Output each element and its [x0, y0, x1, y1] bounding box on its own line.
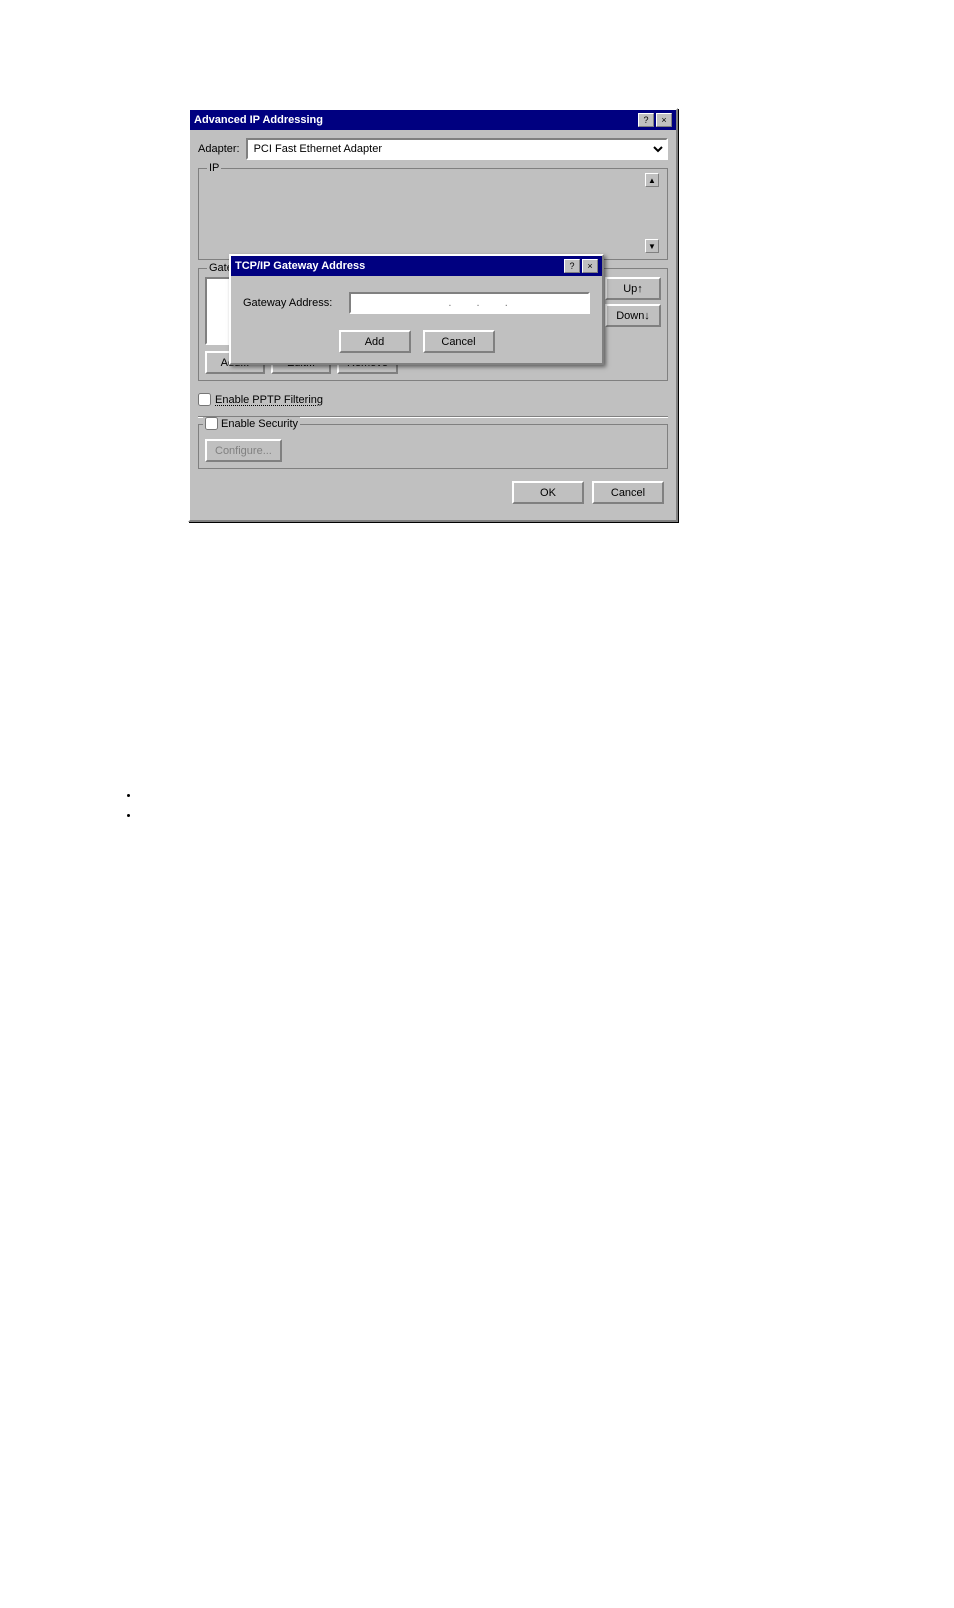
inner-dialog-body: Gateway Address: Add Cancel: [231, 276, 602, 363]
ip-group-box: IP ▲ ▼ TCP/IP Gateway Address ?: [198, 168, 668, 260]
security-group: Enable Security Configure...: [198, 424, 668, 469]
main-dialog-title: Advanced IP Addressing: [194, 114, 323, 126]
gateways-side-buttons: Up↑ Down↓: [605, 277, 661, 345]
gateway-cancel-button[interactable]: Cancel: [423, 330, 495, 353]
security-group-body: Configure...: [205, 439, 661, 462]
page-wrapper: Advanced IP Addressing ? × Adapter: PCI …: [0, 0, 954, 1608]
configure-button[interactable]: Configure...: [205, 439, 282, 462]
inner-dialog-buttons: Add Cancel: [243, 330, 590, 353]
main-close-button[interactable]: ×: [656, 113, 672, 127]
bullet-item-1: [140, 790, 143, 802]
gateways-up-button[interactable]: Up↑: [605, 277, 661, 300]
inner-dialog-title: TCP/IP Gateway Address: [235, 260, 365, 272]
main-dialog-body: Adapter: PCI Fast Ethernet Adapter IP ▲ …: [190, 130, 676, 520]
security-checkbox[interactable]: [205, 417, 218, 430]
ip-scroll-track: [645, 187, 661, 239]
ip-scroll-up-button[interactable]: ▲: [645, 173, 659, 187]
titlebar-buttons: ? ×: [638, 113, 672, 127]
gateway-row: Gateway Address:: [243, 292, 590, 314]
adapter-row: Adapter: PCI Fast Ethernet Adapter: [198, 138, 668, 160]
pptp-checkbox-label: Enable PPTP Filtering: [215, 394, 323, 406]
main-dialog-titlebar: Advanced IP Addressing ? ×: [190, 110, 676, 130]
main-dialog-bottom-buttons: OK Cancel: [198, 477, 668, 512]
main-dialog: Advanced IP Addressing ? × Adapter: PCI …: [188, 108, 678, 522]
security-group-header: Enable Security: [203, 417, 300, 430]
gateway-address-input[interactable]: [349, 292, 590, 314]
adapter-select-wrapper: PCI Fast Ethernet Adapter: [246, 138, 668, 160]
ip-scroll-down-button[interactable]: ▼: [645, 239, 659, 253]
gateway-add-button[interactable]: Add: [339, 330, 411, 353]
gateway-address-label: Gateway Address:: [243, 297, 343, 309]
bullet-list: [120, 790, 143, 830]
security-checkbox-label: Enable Security: [221, 418, 298, 430]
ip-scrollbar: ▲ ▼: [645, 173, 661, 253]
gateways-down-button[interactable]: Down↓: [605, 304, 661, 327]
main-help-button[interactable]: ?: [638, 113, 654, 127]
inner-dialog: TCP/IP Gateway Address ? × Gateway Addre…: [229, 254, 604, 365]
adapter-label: Adapter:: [198, 143, 240, 155]
inner-titlebar-buttons: ? ×: [564, 259, 598, 273]
main-cancel-button[interactable]: Cancel: [592, 481, 664, 504]
pptp-checkbox[interactable]: [198, 393, 211, 406]
adapter-select[interactable]: PCI Fast Ethernet Adapter: [246, 138, 668, 160]
inner-close-button[interactable]: ×: [582, 259, 598, 273]
inner-dialog-titlebar: TCP/IP Gateway Address ? ×: [231, 256, 602, 276]
inner-help-button[interactable]: ?: [564, 259, 580, 273]
main-ok-button[interactable]: OK: [512, 481, 584, 504]
bullet-item-2: [140, 810, 143, 822]
ip-group-content: ▲ ▼: [205, 173, 661, 253]
pptp-checkbox-row: Enable PPTP Filtering: [198, 389, 668, 410]
